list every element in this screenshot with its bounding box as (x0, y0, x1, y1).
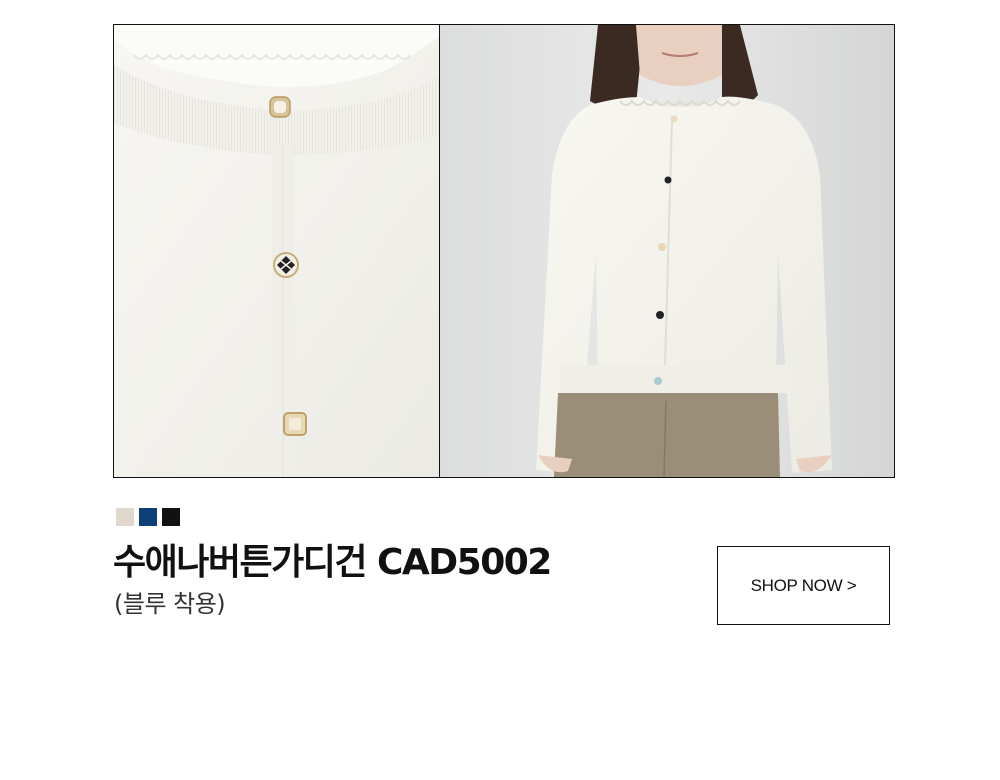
heart-button-icon (269, 96, 291, 118)
color-swatch-beige[interactable] (116, 508, 134, 526)
argyle-button-icon (273, 252, 299, 278)
color-swatch-black[interactable] (162, 508, 180, 526)
color-swatches (116, 508, 180, 526)
color-swatch-navy[interactable] (139, 508, 157, 526)
model-photo (440, 25, 894, 477)
product-name: 수애나버튼가디건 CAD5002 (113, 542, 552, 583)
product-image-gallery (113, 24, 895, 478)
shop-now-button[interactable]: SHOP NOW > (717, 546, 890, 625)
closeup-photo (114, 25, 440, 477)
square-button-icon (283, 412, 307, 436)
product-subtitle: (블루 착용) (114, 590, 226, 618)
